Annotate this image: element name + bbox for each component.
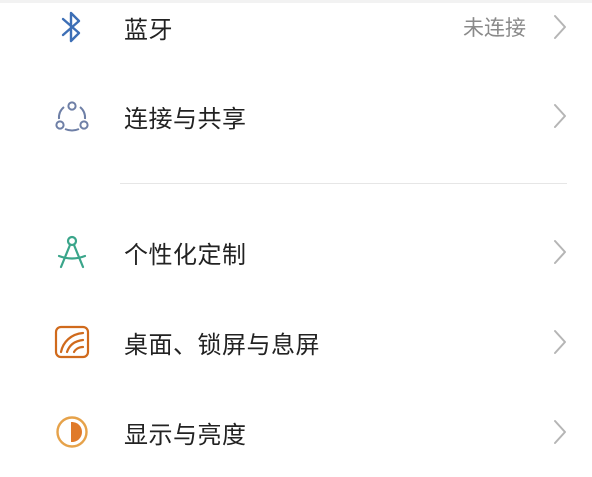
- settings-item-label: 桌面、锁屏与息屏: [124, 330, 320, 359]
- connection-sharing-icon: [52, 96, 92, 136]
- chevron-right-icon: [550, 237, 570, 267]
- bluetooth-status: 未连接: [463, 16, 526, 40]
- wallpaper-icon: [52, 322, 92, 362]
- settings-item-personalization[interactable]: 个性化定制: [0, 212, 592, 292]
- settings-item-bluetooth[interactable]: 蓝牙 未连接: [0, 0, 592, 67]
- settings-item-desktop-lockscreen[interactable]: 桌面、锁屏与息屏: [0, 302, 592, 382]
- settings-item-label: 连接与共享: [124, 104, 247, 133]
- settings-item-label: 显示与亮度: [124, 420, 247, 449]
- settings-item-label: 蓝牙: [124, 15, 173, 44]
- brightness-icon: [52, 412, 92, 452]
- chevron-right-icon: [550, 417, 570, 447]
- compass-icon: [52, 232, 92, 272]
- chevron-right-icon: [550, 327, 570, 357]
- bluetooth-icon: [52, 7, 92, 47]
- settings-item-label: 个性化定制: [124, 240, 247, 269]
- settings-item-connection-sharing[interactable]: 连接与共享: [0, 76, 592, 156]
- chevron-right-icon: [550, 101, 570, 131]
- chevron-right-icon: [550, 12, 570, 42]
- section-divider: [120, 183, 567, 184]
- settings-item-display-brightness[interactable]: 显示与亮度: [0, 392, 592, 472]
